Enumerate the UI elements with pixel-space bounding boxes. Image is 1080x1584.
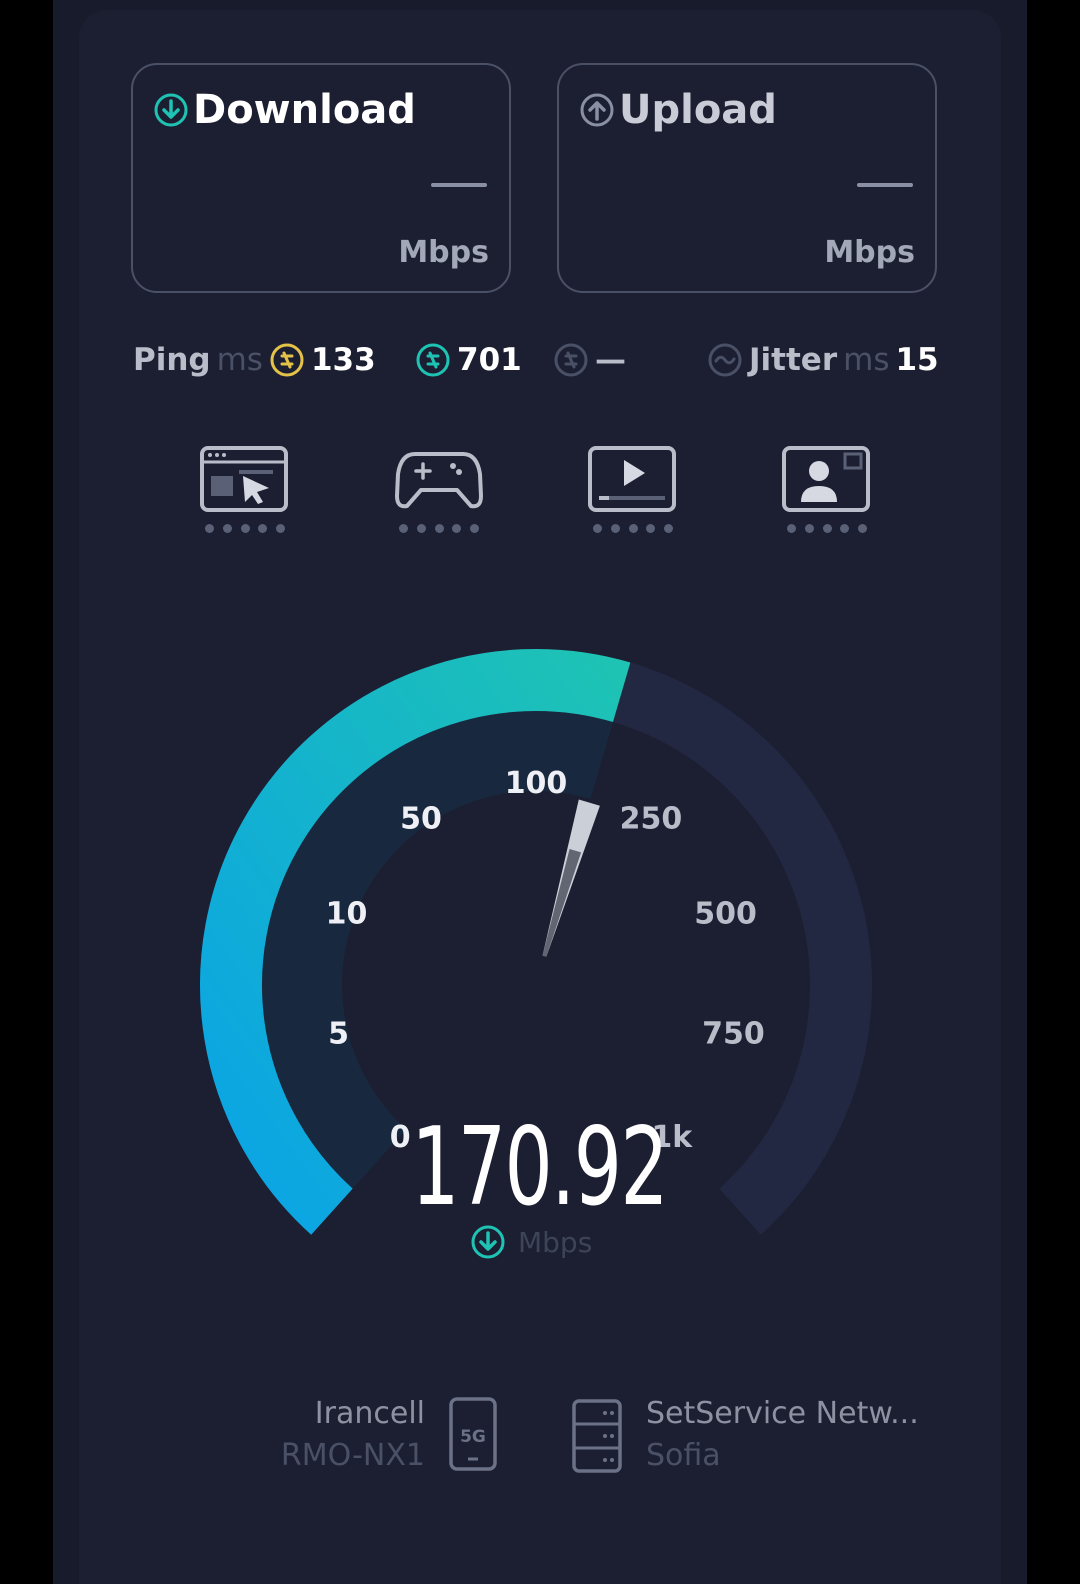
provider-name: Irancell bbox=[314, 1396, 425, 1431]
gauge-tick-label: 250 bbox=[620, 802, 683, 837]
gauge-tick-label: 5 bbox=[328, 1016, 349, 1051]
speed-reading: 170.92 bbox=[411, 1105, 668, 1230]
speed-gauge: 0510501002505007501k bbox=[200, 649, 872, 1235]
connection-info: Irancell RMO-NX1 5G SetService Netw... S… bbox=[0, 1396, 1080, 1486]
gauge-tick-label: 10 bbox=[326, 896, 368, 931]
server-name[interactable]: SetService Netw... bbox=[646, 1396, 919, 1431]
server-icon[interactable] bbox=[571, 1398, 623, 1474]
server-location: Sofia bbox=[646, 1438, 721, 1473]
gauge-tick-label: 50 bbox=[400, 802, 442, 837]
gauge-needle-fade bbox=[542, 848, 582, 957]
gauge-tick-label: 750 bbox=[702, 1016, 765, 1051]
gauge-tick-label: 500 bbox=[694, 896, 757, 931]
reading-unit: Mbps bbox=[518, 1225, 593, 1259]
reading-unit-group: Mbps bbox=[470, 1224, 592, 1260]
network-badge: 5G bbox=[460, 1427, 486, 1447]
download-arrow-icon bbox=[471, 1225, 505, 1259]
5g-phone-icon[interactable]: 5G bbox=[448, 1396, 498, 1472]
device-name: RMO-NX1 bbox=[280, 1438, 425, 1473]
gauge-glow bbox=[262, 711, 613, 1189]
gauge-tick-label: 100 bbox=[505, 766, 568, 801]
